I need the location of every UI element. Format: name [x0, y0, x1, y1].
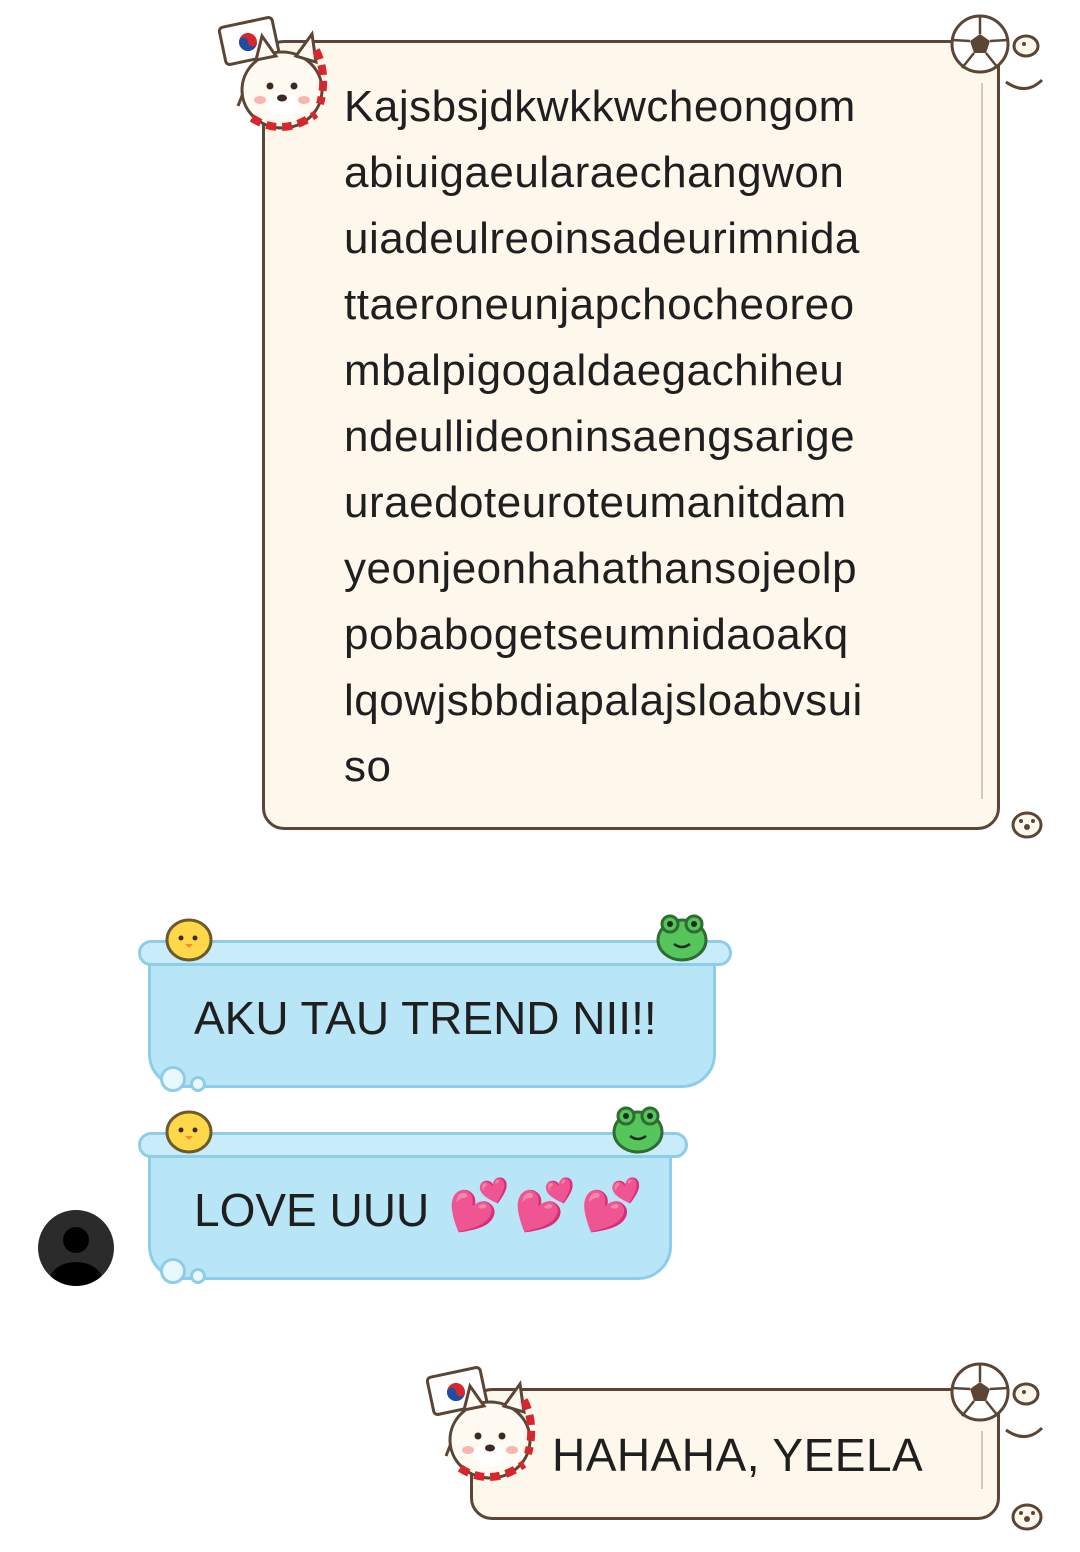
outgoing-message-text: HAHAHA, YEELA	[552, 1429, 924, 1481]
incoming-message-text: AKU TAU TREND NII!!	[194, 992, 657, 1044]
foam-bubble	[190, 1076, 206, 1092]
shiba-dog-with-korea-flag-icon	[217, 16, 328, 132]
default-user-avatar-icon[interactable]	[38, 1210, 114, 1286]
foam-bubble	[190, 1268, 206, 1284]
foam-bubble	[160, 1066, 186, 1092]
bubble-rim	[138, 1132, 688, 1158]
chat-area: Kajsbsjdkwkkwcheongom abiuigaeularaechan…	[0, 0, 1080, 1552]
foam-bubble	[160, 1258, 186, 1284]
yellow-chick-icon	[165, 1110, 213, 1154]
paw-icon	[1011, 1503, 1043, 1531]
yellow-chick-icon	[165, 918, 213, 962]
green-frog-icon	[612, 1106, 664, 1154]
outgoing-message-text: Kajsbsjdkwkkwcheongom abiuigaeularaechan…	[344, 82, 863, 791]
incoming-message-text: LOVE UUU	[194, 1184, 430, 1236]
soccer-ball-icon	[950, 1362, 1044, 1438]
green-frog-icon	[656, 914, 708, 962]
bubble-rim	[138, 940, 732, 966]
shiba-dog-with-korea-flag-icon	[425, 1366, 536, 1482]
paw-icon	[1011, 811, 1043, 839]
hearts-emoji: 💕💕💕	[448, 1177, 647, 1233]
soccer-ball-icon	[950, 14, 1044, 90]
